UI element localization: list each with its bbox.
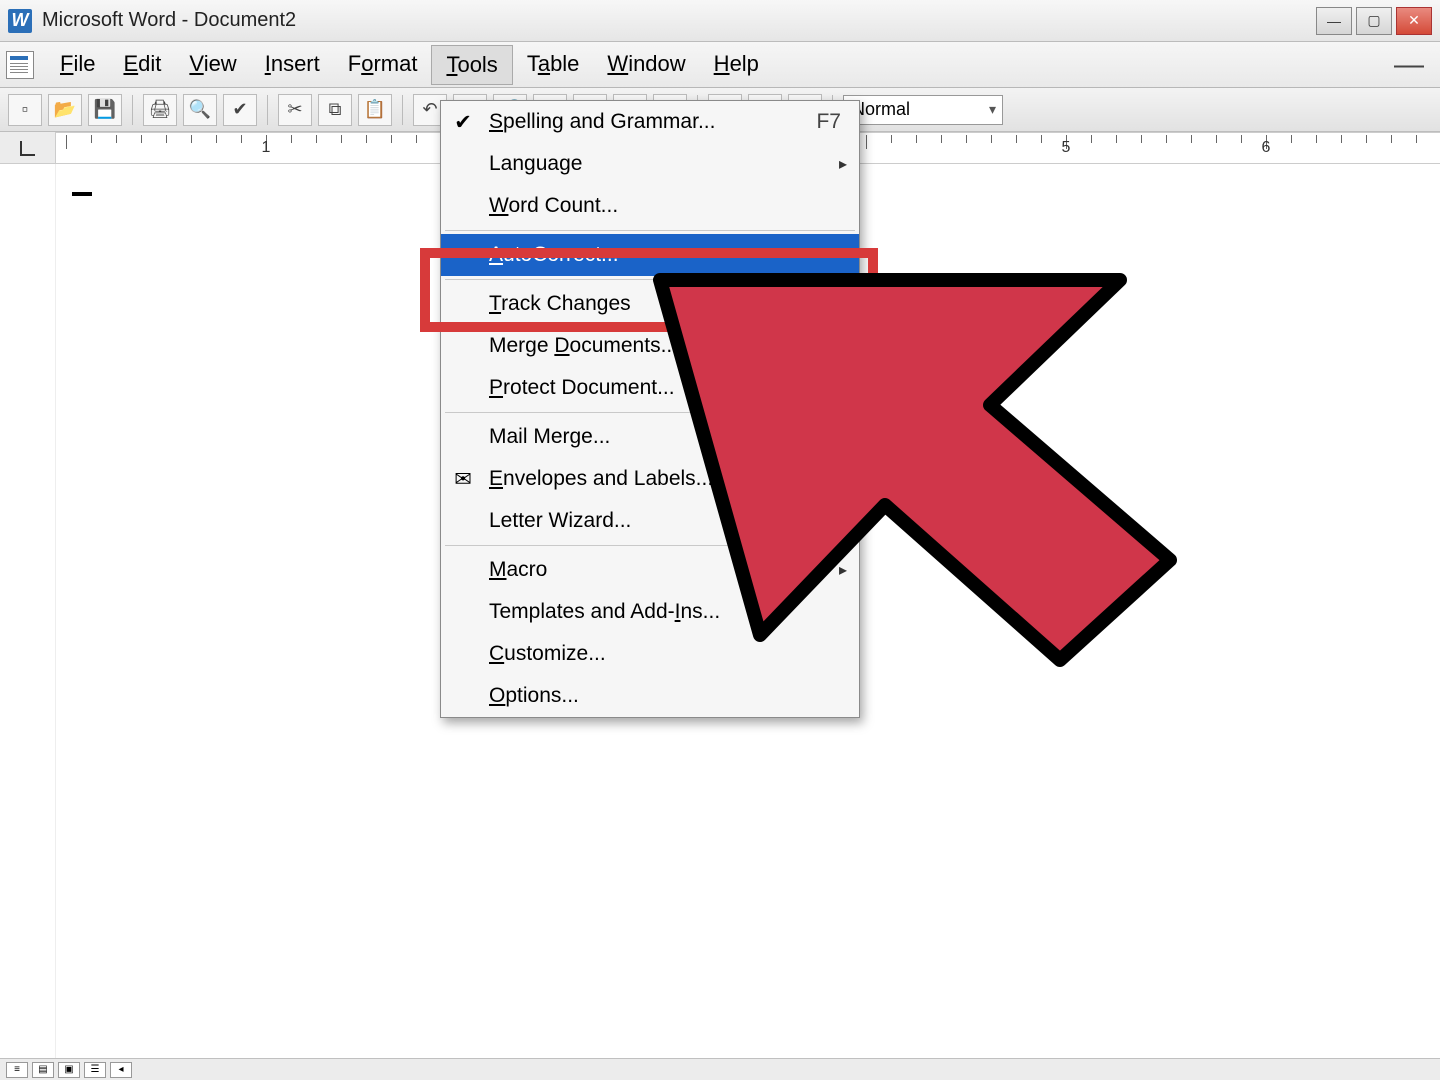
- cut-button[interactable]: ✂: [278, 94, 312, 126]
- menu-item-label: Customize...: [489, 642, 606, 666]
- menu-item-label: Language: [489, 152, 582, 176]
- style-selector[interactable]: Normal: [843, 95, 1003, 125]
- page-layout-view-button[interactable]: ▣: [58, 1062, 80, 1078]
- paste-button[interactable]: 📋: [358, 94, 392, 126]
- normal-view-button[interactable]: ≡: [6, 1062, 28, 1078]
- new-doc-button[interactable]: ▫: [8, 94, 42, 126]
- ruler-corner: [0, 132, 56, 163]
- printer-icon: 🖨: [149, 99, 172, 120]
- copy-button[interactable]: ⧉: [318, 94, 352, 126]
- menu-item-label: Track Changes: [489, 292, 631, 316]
- document-left-margin: [0, 164, 56, 1058]
- menu-item-label: Templates and Add-Ins...: [489, 600, 720, 624]
- menu-item-customize[interactable]: Customize...: [441, 633, 859, 675]
- document-icon: [6, 51, 34, 79]
- ruler-number: 6: [1262, 139, 1271, 157]
- submenu-arrow-icon: ▸: [839, 560, 847, 580]
- envelope-icon: ✉: [451, 467, 475, 491]
- tab-stop-icon: [18, 138, 38, 158]
- maximize-button[interactable]: ▢: [1356, 7, 1392, 35]
- menu-item-label: Letter Wizard...: [489, 509, 631, 533]
- minimize-button[interactable]: —: [1316, 7, 1352, 35]
- menu-item-autocorrect[interactable]: AutoCorrect...: [441, 234, 859, 276]
- menu-item-label: Merge Documents...: [489, 334, 678, 358]
- menu-item-label: Envelopes and Labels...: [489, 467, 713, 491]
- menu-item-label: AutoCorrect...: [489, 243, 619, 267]
- copy-icon: ⧉: [329, 99, 342, 120]
- tools-menu-dropdown: ✔ Spelling and Grammar... F7 Language ▸ Word …: [440, 100, 860, 718]
- scroll-left-button[interactable]: ◂: [110, 1062, 132, 1078]
- menu-table[interactable]: Table: [513, 45, 594, 85]
- menu-item-mail-merge[interactable]: Mail Merge...: [441, 416, 859, 458]
- spellcheck-button[interactable]: ✔: [223, 94, 257, 126]
- menu-item-options[interactable]: Options...: [441, 675, 859, 717]
- menu-item-merge-documents[interactable]: Merge Documents...: [441, 325, 859, 367]
- page-icon: ▫: [22, 99, 28, 120]
- menu-item-language[interactable]: Language ▸: [441, 143, 859, 185]
- abc-check-icon: ✔: [232, 99, 247, 120]
- toolbar-separator: [402, 95, 403, 125]
- menu-item-spelling-and-grammar[interactable]: ✔ Spelling and Grammar... F7: [441, 101, 859, 143]
- folder-open-icon: 📂: [54, 99, 76, 120]
- style-selector-value: Normal: [852, 99, 910, 120]
- titlebar: W Microsoft Word - Document2 — ▢ ✕: [0, 0, 1440, 42]
- window-controls: — ▢ ✕: [1312, 7, 1432, 35]
- window-title: Microsoft Word - Document2: [42, 9, 1312, 32]
- menu-insert[interactable]: Insert: [251, 45, 334, 85]
- toolbar-separator: [267, 95, 268, 125]
- save-button[interactable]: 💾: [88, 94, 122, 126]
- ruler-number: 1: [262, 139, 271, 157]
- menu-item-word-count[interactable]: Word Count...: [441, 185, 859, 227]
- close-button[interactable]: ✕: [1396, 7, 1432, 35]
- menu-help[interactable]: Help: [700, 45, 773, 85]
- word-app-icon: W: [8, 9, 32, 33]
- menu-file[interactable]: File: [46, 45, 109, 85]
- menu-item-envelopes-and-labels[interactable]: ✉ Envelopes and Labels...: [441, 458, 859, 500]
- menu-item-letter-wizard[interactable]: Letter Wizard...: [441, 500, 859, 542]
- toolbar-separator: [132, 95, 133, 125]
- menu-item-label: Macro: [489, 558, 547, 582]
- submenu-arrow-icon: ▸: [839, 294, 847, 314]
- menu-edit[interactable]: Edit: [109, 45, 175, 85]
- menu-item-label: Options...: [489, 684, 579, 708]
- clipboard-icon: 📋: [364, 99, 386, 120]
- print-button[interactable]: 🖨: [143, 94, 177, 126]
- abc-check-icon: ✔: [451, 110, 475, 134]
- mdi-minimize-button[interactable]: —: [1384, 48, 1434, 82]
- menu-separator: [445, 545, 855, 546]
- view-buttons-bar: ≡ ▤ ▣ ☰ ◂: [0, 1058, 1440, 1080]
- menu-bar: FileEditViewInsertFormatToolsTableWindow…: [0, 42, 1440, 88]
- online-layout-view-button[interactable]: ▤: [32, 1062, 54, 1078]
- menu-tools[interactable]: Tools: [431, 45, 512, 85]
- undo-icon: ↶: [422, 99, 437, 120]
- menu-window[interactable]: Window: [593, 45, 699, 85]
- menu-item-label: Mail Merge...: [489, 425, 610, 449]
- menu-separator: [445, 279, 855, 280]
- menu-format[interactable]: Format: [334, 45, 432, 85]
- ruler-number: 5: [1062, 139, 1071, 157]
- menu-separator: [445, 230, 855, 231]
- menu-item-label: Word Count...: [489, 194, 618, 218]
- menu-item-macro[interactable]: Macro ▸: [441, 549, 859, 591]
- menu-item-shortcut: F7: [816, 110, 859, 134]
- magnifier-page-icon: 🔍: [189, 99, 211, 120]
- menu-item-track-changes[interactable]: Track Changes ▸: [441, 283, 859, 325]
- menu-separator: [445, 412, 855, 413]
- menu-item-protect-document[interactable]: Protect Document...: [441, 367, 859, 409]
- floppy-icon: 💾: [94, 99, 116, 120]
- print-preview-button[interactable]: 🔍: [183, 94, 217, 126]
- scissors-icon: ✂: [287, 99, 302, 120]
- menu-item-label: Protect Document...: [489, 376, 675, 400]
- open-button[interactable]: 📂: [48, 94, 82, 126]
- menu-view[interactable]: View: [175, 45, 250, 85]
- outline-view-button[interactable]: ☰: [84, 1062, 106, 1078]
- menu-item-label: Spelling and Grammar...: [489, 110, 715, 134]
- menu-item-templates-and-add-ins[interactable]: Templates and Add-Ins...: [441, 591, 859, 633]
- submenu-arrow-icon: ▸: [839, 154, 847, 174]
- text-caret: [72, 192, 92, 196]
